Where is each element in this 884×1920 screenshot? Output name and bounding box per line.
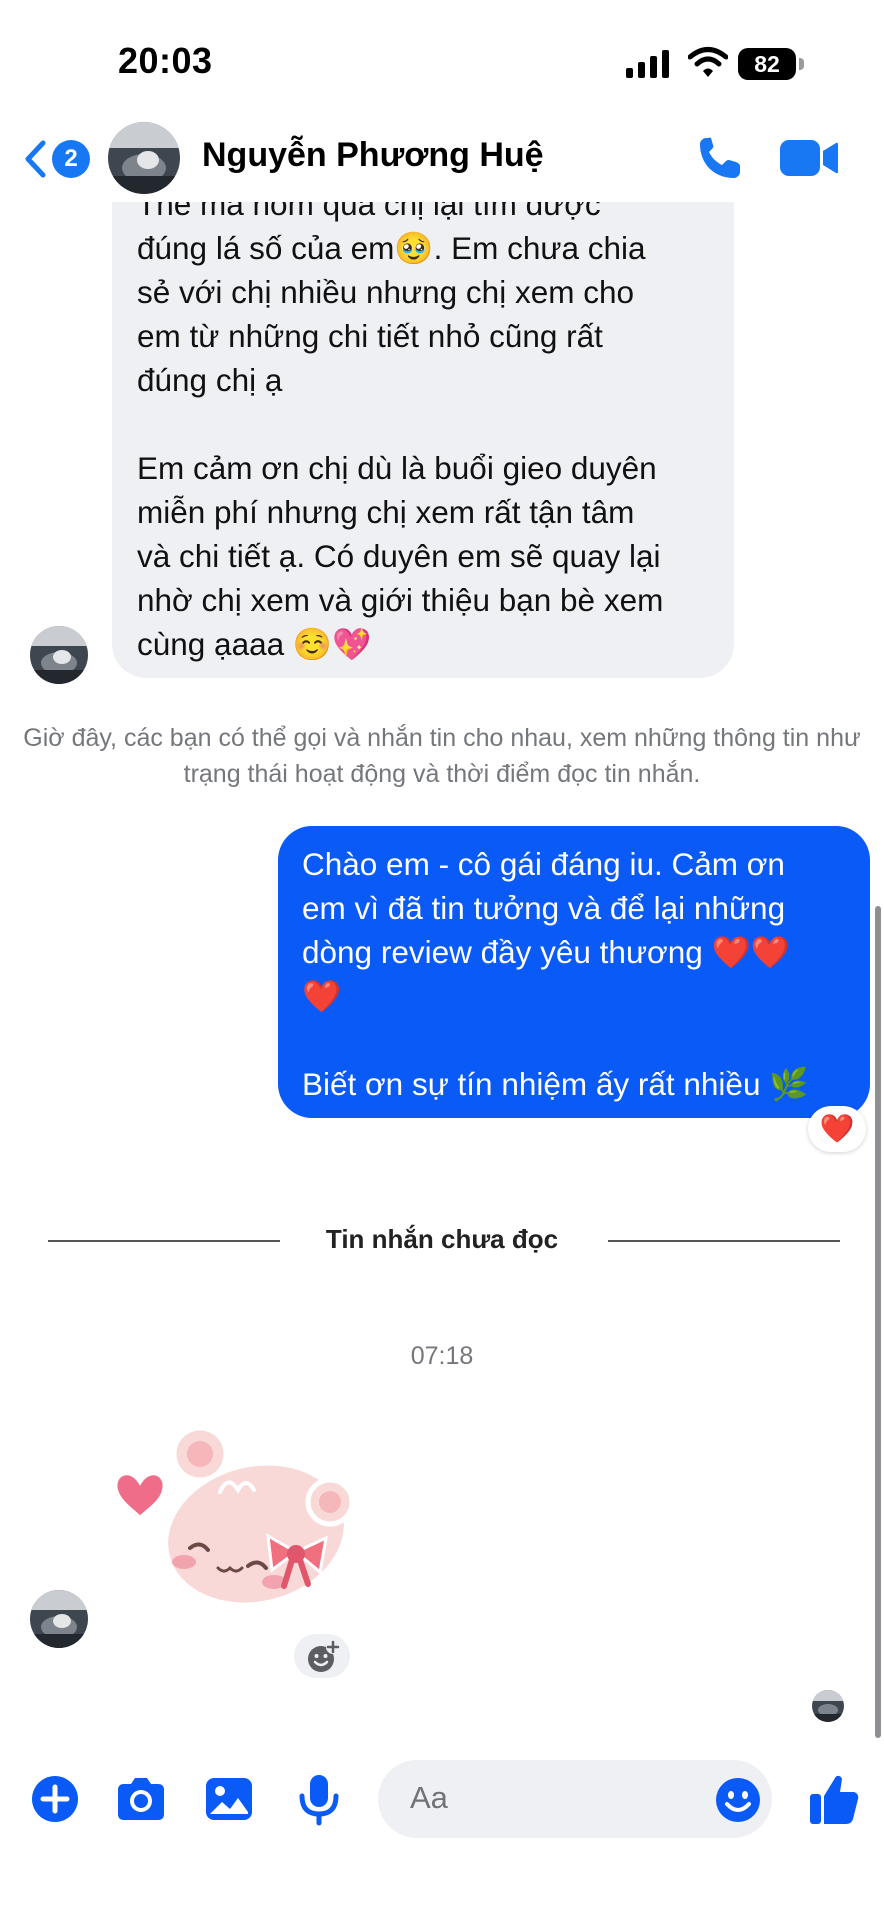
- camera-icon[interactable]: [114, 1772, 168, 1826]
- pink-bear-heart-sticker[interactable]: [108, 1420, 368, 1620]
- add-reaction-button[interactable]: [294, 1634, 350, 1678]
- system-notice: Giờ đây, các bạn có thể gọi và nhắn tin …: [23, 724, 861, 788]
- cellular-signal-icon: [626, 50, 669, 78]
- wifi-icon: [688, 47, 728, 77]
- battery-level: 82: [738, 48, 796, 80]
- battery-icon: 82: [738, 48, 804, 80]
- conversation-header: 2 Nguyễn Phương Huệ: [0, 114, 884, 202]
- microphone-icon[interactable]: [292, 1772, 346, 1826]
- contact-avatar[interactable]: [108, 122, 180, 194]
- incoming-message-text: Thế mà hôm qua chị lại tìm được đúng lá …: [137, 186, 664, 662]
- back-chevron-icon: [25, 140, 46, 178]
- plus-icon[interactable]: [28, 1772, 82, 1826]
- outgoing-message-text: Chào em - cô gái đáng iu. Cảm ơn em vì đ…: [302, 846, 809, 1102]
- unread-count-badge: 2: [52, 140, 90, 178]
- unread-divider-label: Tin nhắn chưa đọc: [325, 1224, 559, 1254]
- back-button[interactable]: 2: [24, 136, 94, 180]
- message-input-placeholder: Aa: [410, 1780, 448, 1815]
- video-camera-icon[interactable]: [780, 138, 838, 178]
- seen-receipt-avatar: [812, 1690, 844, 1722]
- image-icon[interactable]: [202, 1772, 256, 1826]
- sender-avatar[interactable]: [30, 626, 88, 684]
- emoji-icon[interactable]: [714, 1776, 762, 1824]
- heart-reaction-badge[interactable]: ❤️: [808, 1106, 866, 1152]
- add-reaction-icon: [308, 1640, 340, 1672]
- thumbs-up-icon[interactable]: [808, 1772, 860, 1826]
- contact-name[interactable]: Nguyễn Phương Huệ: [202, 136, 544, 175]
- message-timestamp: 07:18: [410, 1342, 474, 1370]
- status-time: 20:03: [118, 40, 213, 81]
- sender-avatar[interactable]: [30, 1590, 88, 1648]
- phone-icon[interactable]: [696, 134, 744, 182]
- scrollbar-thumb[interactable]: [875, 906, 881, 1738]
